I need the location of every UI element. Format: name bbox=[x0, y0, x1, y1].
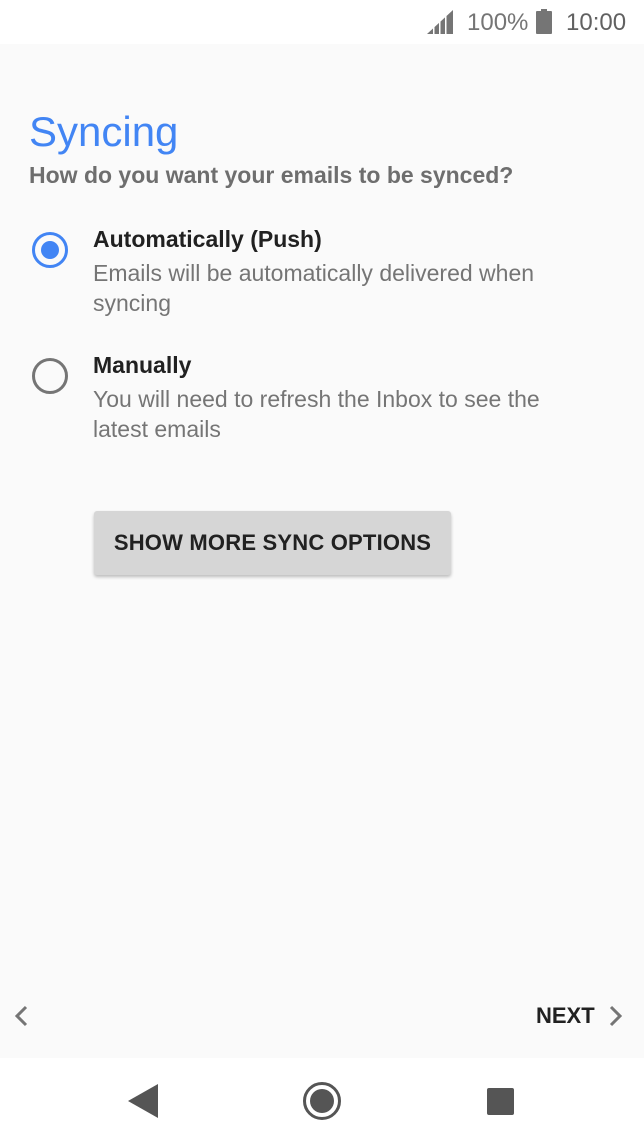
next-label: NEXT bbox=[536, 1003, 595, 1028]
next-button[interactable]: NEXT bbox=[536, 998, 629, 1034]
page-subtitle: How do you want your emails to be synced… bbox=[29, 162, 514, 188]
battery-percent: 100% bbox=[467, 9, 529, 36]
battery-icon bbox=[536, 9, 552, 34]
signal-icon bbox=[427, 10, 453, 34]
home-circle-icon[interactable] bbox=[302, 1081, 342, 1121]
chevron-right-icon bbox=[609, 1005, 622, 1027]
radio-button-checked[interactable] bbox=[32, 232, 68, 268]
show-more-sync-options-button[interactable]: SHOW MORE SYNC OPTIONS bbox=[94, 511, 451, 575]
back-triangle-icon[interactable] bbox=[126, 1082, 160, 1120]
option-label: Automatically (Push) bbox=[93, 226, 322, 252]
radio-button-unchecked[interactable] bbox=[32, 358, 68, 394]
status-bar: 100% 10:00 bbox=[0, 0, 644, 44]
clock: 10:00 bbox=[566, 9, 627, 36]
option-description: You will need to refresh the Inbox to se… bbox=[93, 386, 540, 442]
page-title: Syncing bbox=[29, 108, 179, 155]
option-label: Manually bbox=[93, 352, 192, 378]
navigation-bar bbox=[0, 1058, 644, 1144]
recents-square-icon[interactable] bbox=[487, 1088, 514, 1115]
chevron-left-icon[interactable] bbox=[8, 1000, 36, 1032]
option-description: Emails will be automatically delivered w… bbox=[93, 260, 535, 316]
